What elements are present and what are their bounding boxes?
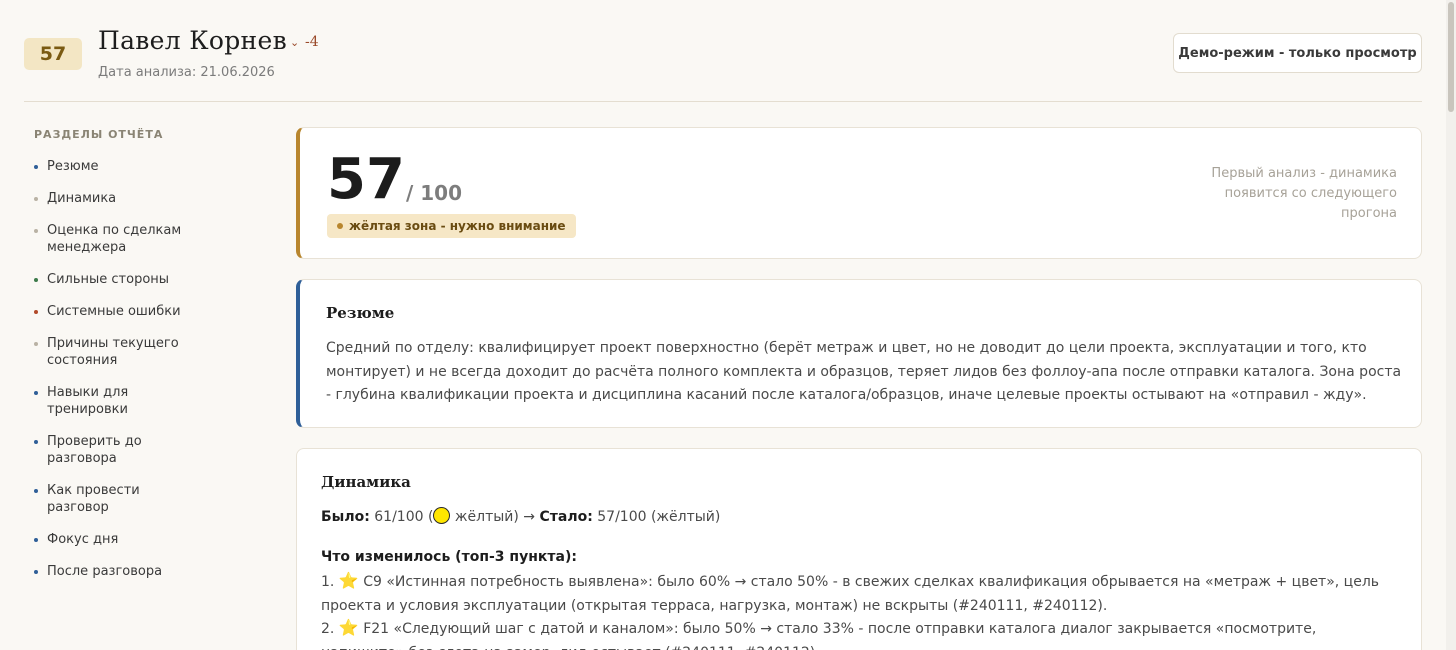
- sidebar-item[interactable]: После разговора: [34, 563, 204, 580]
- zone-badge: жёлтая зона - нужно внимание: [327, 214, 576, 238]
- score-delta: -4: [305, 34, 319, 50]
- bullet-dot-icon: [34, 310, 38, 314]
- sidebar-item[interactable]: Проверить до разговора: [34, 433, 204, 467]
- now-label: Стало:: [539, 509, 593, 525]
- change-item-text: F21 «Следующий шаг с датой и каналом»: б…: [321, 621, 1317, 650]
- change-item-number: 2.: [321, 621, 335, 637]
- bullet-dot-icon: [34, 489, 38, 493]
- sidebar-item-label: Системные ошибки: [47, 304, 181, 319]
- demo-mode-button[interactable]: Демо-режим - только просмотр: [1173, 33, 1422, 73]
- bullet-dot-icon: [34, 391, 38, 395]
- was-value-a: 61/100 (: [374, 509, 434, 525]
- sidebar-item[interactable]: Как провести разговор: [34, 482, 204, 516]
- sidebar-item[interactable]: Системные ошибки: [34, 303, 204, 320]
- resume-card: Резюме Средний по отделу: квалифицирует …: [296, 279, 1422, 428]
- sidebar-item[interactable]: Динамика: [34, 190, 204, 207]
- sidebar-item[interactable]: Фокус дня: [34, 531, 204, 548]
- dynamics-summary: Было: 61/100 ( жёлтый) → Стало: 57/100 (…: [321, 506, 1401, 530]
- resume-text: Средний по отделу: квалифицирует проект …: [326, 340, 1402, 403]
- sidebar-item-label: Как провести разговор: [47, 483, 140, 515]
- sidebar-list: Резюме Динамика Оценка по сделкам менеджер…: [34, 158, 234, 580]
- sidebar-item-label: Динамика: [47, 191, 117, 206]
- scrollbar-thumb[interactable]: [1448, 2, 1454, 112]
- arrow-right-icon: →: [523, 509, 536, 525]
- change-item-number: 1.: [321, 574, 335, 590]
- resume-title: Резюме: [326, 304, 395, 322]
- change-item: 2. ⭐ F21 «Следующий шаг с датой и канало…: [321, 616, 1401, 650]
- was-label: Было:: [321, 509, 370, 525]
- bullet-dot-icon: [34, 229, 38, 233]
- score-max: / 100: [406, 181, 463, 205]
- sidebar-item-label: Причины текущего состояния: [47, 336, 179, 368]
- sidebar-item-label: Навыки для тренировки: [47, 385, 129, 417]
- sidebar-item-label: Оценка по сделкам менеджера: [47, 223, 182, 255]
- bullet-dot-icon: [34, 342, 38, 346]
- dynamics-card: Динамика Было: 61/100 ( жёлтый) → Стало:…: [296, 448, 1422, 650]
- bullet-dot-icon: [34, 538, 38, 542]
- bullet-dot-icon: [34, 440, 38, 444]
- dynamics-note: Первый анализ - динамика появится со сле…: [1211, 166, 1397, 221]
- change-item: 1. ⭐ C9 «Истинная потребность выявлена»:…: [321, 569, 1401, 618]
- star-icon: ⭐: [338, 618, 359, 637]
- sidebar-title: РАЗДЕЛЫ ОТЧЁТА: [34, 128, 164, 141]
- analysis-date: Дата анализа: 21.06.2026: [98, 65, 275, 80]
- sidebar-item[interactable]: Навыки для тренировки: [34, 384, 204, 418]
- scrollbar[interactable]: [1446, 0, 1456, 650]
- score-badge: 57: [24, 38, 82, 70]
- chevron-down-icon: ⌄: [290, 36, 300, 49]
- sidebar-item-label: Проверить до разговора: [47, 434, 142, 466]
- sidebar-item[interactable]: Причины текущего состояния: [34, 335, 204, 369]
- sidebar-item[interactable]: Резюме: [34, 158, 204, 175]
- was-value-b: жёлтый): [454, 509, 519, 525]
- sidebar-item[interactable]: Сильные стороны: [34, 271, 204, 288]
- score-card: 57 / 100 жёлтая зона - нужно внимание Пе…: [296, 127, 1422, 259]
- manager-name: Павел Корнев: [98, 26, 287, 55]
- bullet-dot-icon: [34, 278, 38, 282]
- sidebar-item-label: Фокус дня: [47, 532, 119, 547]
- bullet-dot-icon: [34, 165, 38, 169]
- change-item-text: C9 «Истинная потребность выявлена»: было…: [321, 574, 1380, 614]
- yellow-circle-icon: [433, 507, 451, 524]
- sidebar-item[interactable]: Оценка по сделкам менеджера: [34, 222, 204, 256]
- now-value: 57/100 (жёлтый): [597, 509, 721, 525]
- sidebar-item-label: Резюме: [47, 159, 99, 174]
- bullet-dot-icon: [34, 197, 38, 201]
- sidebar-item-label: После разговора: [47, 564, 163, 579]
- star-icon: ⭐: [338, 571, 359, 590]
- zone-dot-icon: [337, 223, 343, 229]
- changed-title: Что изменилось (топ-3 пункта):: [321, 546, 1401, 570]
- report-header: 57 Павел Корнев ⌄ -4 Дата анализа: 21.06…: [24, 20, 1422, 102]
- report-sections-nav: РАЗДЕЛЫ ОТЧЁТА Резюме Динамика Оценка по с…: [34, 128, 234, 595]
- sidebar-item-label: Сильные стороны: [47, 272, 170, 287]
- bullet-dot-icon: [34, 570, 38, 574]
- dynamics-title: Динамика: [321, 473, 411, 491]
- changed-title-text: Что изменилось (топ-3 пункта):: [321, 549, 577, 565]
- zone-label: жёлтая зона - нужно внимание: [349, 219, 566, 233]
- overall-score: 57: [327, 147, 405, 212]
